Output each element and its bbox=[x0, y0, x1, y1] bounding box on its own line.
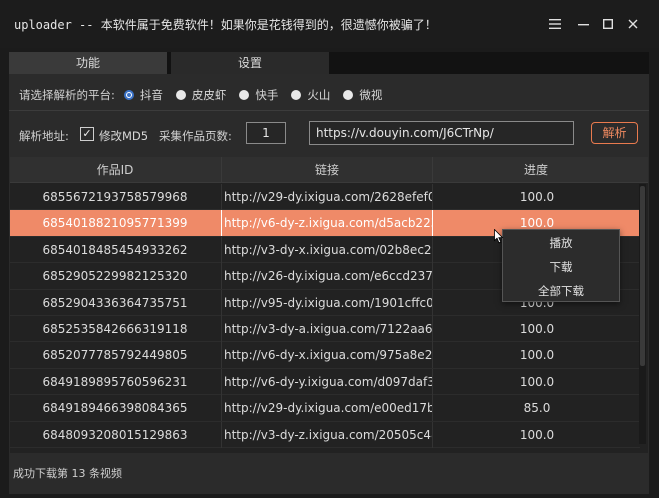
cell-progress: 100.0 bbox=[519, 374, 555, 389]
minimize-icon[interactable] bbox=[571, 12, 595, 36]
table-row[interactable]: 6849189466398084365 http://v29-dy.ixigua… bbox=[10, 395, 640, 422]
cell-progress: 100.0 bbox=[519, 190, 555, 204]
radio-label: 抖音 bbox=[139, 88, 163, 102]
radio-dot-icon[interactable] bbox=[291, 90, 302, 100]
mouse-cursor-icon bbox=[494, 228, 504, 247]
table-row[interactable]: 6852535842666319118 http://v3-dy-a.ixigu… bbox=[10, 315, 640, 343]
table-row[interactable]: 6855672193758579968 http://v29-dy.ixigua… bbox=[10, 184, 640, 211]
cell-link: http://v3-dy-x.ixigua.com/02b8ec2382... bbox=[221, 236, 433, 263]
scrollbar-thumb[interactable] bbox=[640, 186, 645, 366]
url-input[interactable]: https://v.douyin.com/J6CTrNp/ bbox=[309, 121, 574, 145]
cell-id: 6852535842666319118 bbox=[42, 321, 188, 336]
radio-huoshan[interactable]: 火山 bbox=[291, 87, 330, 103]
radio-pipixia[interactable]: 皮皮虾 bbox=[175, 87, 227, 103]
close-icon[interactable] bbox=[621, 12, 645, 36]
cell-progress: 100.0 bbox=[519, 321, 555, 336]
md5-checkbox[interactable]: ✓ bbox=[80, 127, 94, 141]
radio-dot-icon[interactable] bbox=[239, 90, 250, 100]
cell-link: http://v6-dy-x.ixigua.com/975a8e2b6c... bbox=[221, 342, 433, 369]
radio-dot-icon[interactable] bbox=[123, 90, 134, 100]
context-menu-download-all[interactable]: 全部下载 bbox=[503, 279, 619, 303]
cell-id: 6849189895760596231 bbox=[42, 374, 188, 389]
cell-link: http://v29-dy.ixigua.com/e00ed17b84... bbox=[221, 395, 433, 422]
cell-link: http://v29-dy.ixigua.com/2628efef05b... bbox=[221, 184, 433, 210]
cell-progress: 85.0 bbox=[523, 401, 551, 416]
radio-weishi[interactable]: 微视 bbox=[343, 87, 382, 103]
maximize-icon[interactable] bbox=[596, 12, 620, 36]
cell-link: http://v6-dy-z.ixigua.com/d5acb223f2... bbox=[221, 210, 433, 237]
cell-id: 6854018485454933262 bbox=[42, 242, 188, 257]
results-table: 作品ID 链接 进度 6855672193758579968 http://v2… bbox=[10, 157, 648, 453]
title-bar: uploader -- 本软件属于免费软件！如果你是花钱得到的，很遗憾你被骗了！ bbox=[0, 0, 659, 48]
radio-label: 皮皮虾 bbox=[191, 88, 227, 102]
radio-kuaishou[interactable]: 快手 bbox=[239, 87, 278, 103]
cell-id: 6854018821095771399 bbox=[42, 216, 188, 231]
radio-label: 微视 bbox=[359, 88, 383, 102]
table-body: 6855672193758579968 http://v29-dy.ixigua… bbox=[10, 184, 640, 448]
tab-settings[interactable]: 设置 bbox=[171, 52, 329, 74]
cell-id: 6852077785792449805 bbox=[42, 348, 188, 363]
cell-progress: 100.0 bbox=[519, 348, 555, 363]
menu-icon[interactable] bbox=[543, 12, 567, 36]
table-scrollbar[interactable] bbox=[639, 184, 646, 444]
cell-progress: 100.0 bbox=[519, 427, 555, 442]
cell-link: http://v3-dy-z.ixigua.com/20505c4824... bbox=[221, 421, 433, 448]
radio-label: 火山 bbox=[307, 88, 331, 102]
cell-link: http://v26-dy.ixigua.com/e6ccd237b4... bbox=[221, 263, 433, 290]
cell-link: http://v6-dy-y.ixigua.com/d097daf339... bbox=[221, 368, 433, 395]
column-header-progress[interactable]: 进度 bbox=[434, 157, 638, 183]
cell-link: http://v95-dy.ixigua.com/1901cffc06e... bbox=[221, 289, 433, 316]
cell-id: 6852905229982125320 bbox=[42, 269, 188, 284]
cell-id: 6852904336364735751 bbox=[42, 295, 188, 310]
radio-dot-icon[interactable] bbox=[175, 90, 186, 100]
context-menu: 播放 下载 全部下载 bbox=[502, 229, 620, 302]
pages-label: 采集作品页数: bbox=[159, 129, 232, 143]
table-row[interactable]: 6849189895760596231 http://v6-dy-y.ixigu… bbox=[10, 368, 640, 396]
cell-id: 6849189466398084365 bbox=[42, 401, 188, 416]
window-title: uploader -- 本软件属于免费软件！如果你是花钱得到的，很遗憾你被骗了！ bbox=[14, 18, 437, 32]
column-header-id[interactable]: 作品ID bbox=[10, 157, 220, 183]
platform-label: 请选择解析的平台: bbox=[19, 88, 115, 102]
tab-bar: 功能 设置 bbox=[9, 52, 649, 74]
status-text: 成功下载第 13 条视频 bbox=[13, 467, 122, 480]
radio-dot-icon[interactable] bbox=[343, 90, 354, 100]
tab-functions[interactable]: 功能 bbox=[9, 52, 167, 74]
address-row: 解析地址: ✓ 修改MD5 采集作品页数: 1 https://v.douyin… bbox=[9, 111, 649, 156]
cell-id: 6855672193758579968 bbox=[42, 190, 188, 204]
context-menu-download[interactable]: 下载 bbox=[503, 255, 619, 279]
parse-button[interactable]: 解析 bbox=[591, 122, 638, 144]
address-label: 解析地址: bbox=[19, 129, 69, 143]
context-menu-play[interactable]: 播放 bbox=[503, 231, 619, 255]
pages-input[interactable]: 1 bbox=[246, 122, 286, 144]
cell-id: 6848093208015129863 bbox=[42, 427, 188, 442]
cell-link: http://v3-dy-a.ixigua.com/7122aa6e5... bbox=[221, 315, 433, 342]
md5-label: 修改MD5 bbox=[99, 129, 149, 143]
radio-label: 快手 bbox=[255, 88, 279, 102]
table-row[interactable]: 6852077785792449805 http://v6-dy-x.ixigu… bbox=[10, 342, 640, 369]
column-header-link[interactable]: 链接 bbox=[221, 157, 433, 183]
table-row[interactable]: 6848093208015129863 http://v3-dy-z.ixigu… bbox=[10, 421, 640, 448]
table-header: 作品ID 链接 进度 bbox=[10, 157, 648, 183]
platform-selector: 请选择解析的平台: 抖音 皮皮虾 快手 火山 微视 bbox=[19, 87, 395, 103]
radio-douyin[interactable]: 抖音 bbox=[123, 87, 163, 103]
